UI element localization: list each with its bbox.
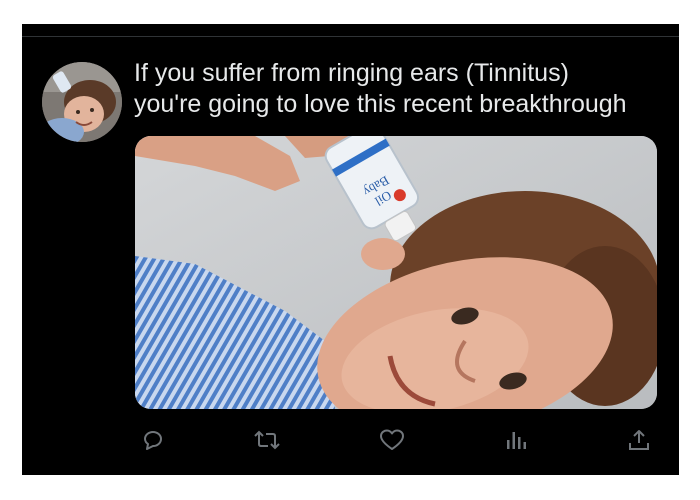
tweet-text: If you suffer from ringing ears (Tinnitu… (134, 58, 664, 120)
retweet-button[interactable] (249, 422, 285, 458)
tweet-media-image[interactable]: Baby Oil (135, 136, 657, 409)
like-icon (380, 429, 404, 450)
like-button[interactable] (374, 422, 410, 458)
avatar[interactable] (42, 62, 122, 142)
tweet-card[interactable]: If you suffer from ringing ears (Tinnitu… (22, 24, 679, 475)
share-button[interactable] (621, 422, 657, 458)
media-photo: Baby Oil (135, 136, 657, 409)
reply-icon (144, 431, 162, 450)
reply-button[interactable] (135, 422, 171, 458)
retweet-icon (254, 430, 280, 450)
views-button[interactable] (498, 422, 534, 458)
views-icon (507, 432, 526, 449)
share-icon (629, 430, 649, 450)
tweet-text-line-1: If you suffer from ringing ears (Tinnitu… (134, 59, 569, 87)
avatar-image (42, 62, 122, 142)
tweet-text-line-2: you're going to love this recent breakth… (134, 90, 627, 118)
tweet-actions (135, 422, 657, 458)
divider (22, 36, 679, 37)
